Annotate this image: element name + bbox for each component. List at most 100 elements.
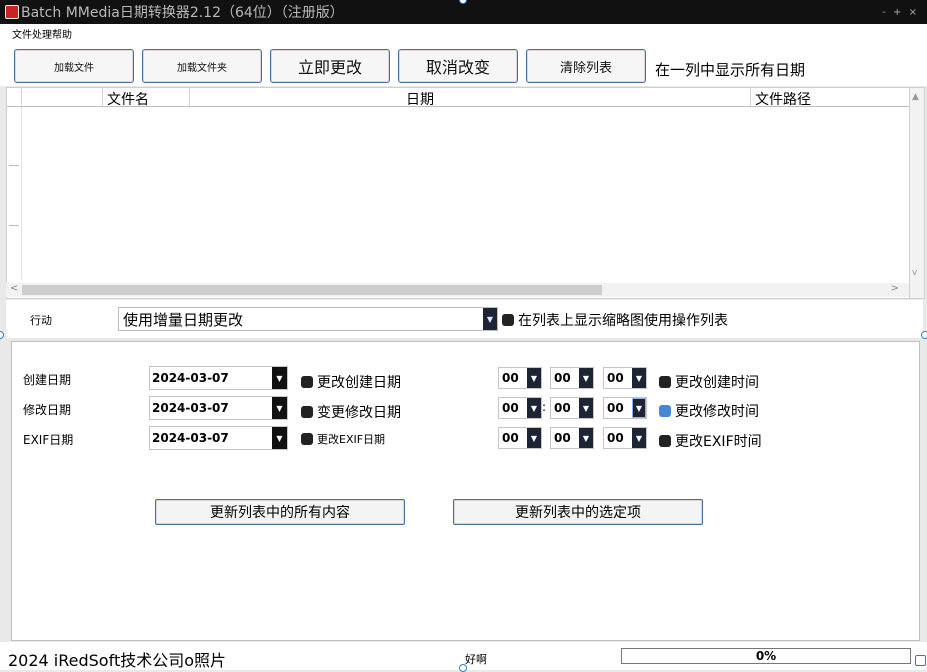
exif-second-select[interactable]: 00 ▼ xyxy=(603,427,647,449)
action-row: 行动 使用增量日期更改 ▼ 在列表上显示缩略图使用操作列表 xyxy=(6,300,923,338)
time-separator: : xyxy=(542,400,547,414)
change-created-time-checkbox[interactable]: 更改创建时间 xyxy=(659,372,759,392)
status-ok-text: 好啊 xyxy=(465,653,487,666)
checkbox-icon[interactable] xyxy=(301,406,313,418)
change-now-button[interactable]: 立即更改 xyxy=(270,49,390,83)
chevron-down-icon[interactable]: ▼ xyxy=(632,428,646,448)
modified-minute-select[interactable]: 00 ▼ xyxy=(550,397,594,419)
scroll-up-icon[interactable]: ▲ xyxy=(912,92,919,102)
modified-second-value: 00 xyxy=(607,401,624,415)
exif-minute-select[interactable]: 00 ▼ xyxy=(550,427,594,449)
created-minute-select[interactable]: 00 ▼ xyxy=(550,367,594,389)
action-select-value: 使用增量日期更改 xyxy=(123,310,244,329)
action-label: 行动 xyxy=(30,314,52,327)
created-date-label: 创建日期 xyxy=(23,373,72,387)
chevron-down-icon[interactable]: ▼ xyxy=(483,308,497,330)
list-vertical-scrollbar[interactable]: ▲ v xyxy=(909,87,925,299)
change-exif-time-label: 更改EXIF时间 xyxy=(675,434,762,450)
file-list[interactable]: 文件名 日期 文件路径 xyxy=(6,87,911,299)
menu-file-process-help[interactable]: 文件处理帮助 xyxy=(12,26,72,41)
change-modified-date-checkbox[interactable]: 变更修改日期 xyxy=(301,402,401,422)
change-exif-date-label: 更改EXIF日期 xyxy=(317,433,386,446)
change-created-date-checkbox[interactable]: 更改创建日期 xyxy=(301,372,401,392)
resize-grip-icon[interactable] xyxy=(915,655,926,666)
change-created-time-label: 更改创建时间 xyxy=(675,375,759,391)
checkbox-icon[interactable] xyxy=(301,433,313,445)
chevron-down-icon[interactable]: ▼ xyxy=(632,368,646,388)
chevron-down-icon[interactable]: ▼ xyxy=(272,427,287,449)
chevron-down-icon[interactable]: ▼ xyxy=(527,368,541,388)
exif-minute-value: 00 xyxy=(554,431,571,445)
modified-hour-select[interactable]: 00 ▼ xyxy=(498,397,542,419)
scroll-down-icon[interactable]: v xyxy=(912,268,917,278)
thumbnail-checkbox-label: 在列表上显示缩略图使用操作列表 xyxy=(518,313,728,329)
load-folder-button[interactable]: 加载文件夹 xyxy=(142,49,262,83)
created-minute-value: 00 xyxy=(554,371,571,385)
chevron-down-icon[interactable]: ▼ xyxy=(272,397,287,419)
copyright-text: 2024 iRedSoft技术公司o照片 xyxy=(8,651,227,670)
change-exif-time-checkbox[interactable]: 更改EXIF时间 xyxy=(659,431,762,451)
change-modified-time-checkbox[interactable]: 更改修改时间 xyxy=(659,401,759,421)
scroll-left-icon[interactable]: < xyxy=(10,283,18,294)
created-date-value: 2024-03-07 xyxy=(152,371,229,385)
scroll-thumb[interactable] xyxy=(22,285,602,295)
chevron-down-icon[interactable]: ▼ xyxy=(579,428,593,448)
modified-date-label: 修改日期 xyxy=(23,403,72,417)
progress-bar: 0% xyxy=(621,648,911,664)
created-hour-select[interactable]: 00 ▼ xyxy=(498,367,542,389)
column-header-date[interactable]: 日期 xyxy=(190,88,751,107)
list-horizontal-scrollbar[interactable]: < > xyxy=(6,283,909,297)
created-hour-value: 00 xyxy=(502,371,519,385)
checkbox-icon[interactable] xyxy=(659,405,671,417)
show-all-dates-label[interactable]: 在一列中显示所有日期 xyxy=(655,59,805,80)
exif-second-value: 00 xyxy=(607,431,624,445)
column-header-filename[interactable]: 文件名 xyxy=(103,88,190,107)
exif-hour-value: 00 xyxy=(502,431,519,445)
modified-date-value: 2024-03-07 xyxy=(152,401,229,415)
load-files-button[interactable]: 加载文件 xyxy=(14,49,134,83)
chevron-down-icon[interactable]: ▼ xyxy=(527,398,541,418)
checkbox-icon[interactable] xyxy=(659,376,671,388)
chevron-down-icon[interactable]: ▼ xyxy=(272,367,287,389)
update-selected-button[interactable]: 更新列表中的选定项 xyxy=(453,499,703,525)
column-header-select[interactable] xyxy=(22,88,103,107)
chevron-down-icon[interactable]: ▼ xyxy=(579,398,593,418)
date-settings-panel xyxy=(11,341,920,641)
column-header-filepath[interactable]: 文件路径 xyxy=(751,88,910,107)
modified-hour-value: 00 xyxy=(502,401,519,415)
exif-date-label: EXIF日期 xyxy=(23,433,74,447)
scroll-right-icon[interactable]: > xyxy=(891,283,899,294)
created-second-value: 00 xyxy=(607,371,624,385)
menu-bar: 文件处理帮助 xyxy=(0,24,927,41)
checkbox-icon[interactable] xyxy=(659,435,671,447)
change-exif-date-checkbox[interactable]: 更改EXIF日期 xyxy=(301,431,385,447)
change-modified-date-label: 变更修改日期 xyxy=(317,405,401,421)
clear-list-button[interactable]: 清除列表 xyxy=(526,49,646,83)
exif-date-picker[interactable]: 2024-03-07 ▼ xyxy=(149,426,288,450)
chevron-down-icon[interactable]: ▼ xyxy=(579,368,593,388)
column-header-blank[interactable] xyxy=(7,88,22,107)
window-controls[interactable]: - + × xyxy=(882,7,919,18)
chevron-down-icon[interactable]: ▼ xyxy=(632,398,646,418)
created-date-picker[interactable]: 2024-03-07 ▼ xyxy=(149,366,288,390)
change-created-date-label: 更改创建日期 xyxy=(317,375,401,391)
selection-handle-right xyxy=(921,331,927,339)
checkbox-icon[interactable] xyxy=(502,314,514,326)
list-header: 文件名 日期 文件路径 xyxy=(7,88,910,107)
window-title: Batch MMedia日期转换器2.12（64位）（注册版） xyxy=(21,5,344,21)
created-second-select[interactable]: 00 ▼ xyxy=(603,367,647,389)
modified-second-select[interactable]: 00 ▼ xyxy=(603,397,647,419)
checkbox-icon[interactable] xyxy=(301,376,313,388)
row-gutter xyxy=(7,107,22,279)
update-all-button[interactable]: 更新列表中的所有内容 xyxy=(155,499,405,525)
thumbnail-checkbox[interactable]: 在列表上显示缩略图使用操作列表 xyxy=(502,310,728,330)
exif-date-value: 2024-03-07 xyxy=(152,431,229,445)
exif-hour-select[interactable]: 00 ▼ xyxy=(498,427,542,449)
selection-handle-left xyxy=(0,331,4,339)
chevron-down-icon[interactable]: ▼ xyxy=(527,428,541,448)
app-icon xyxy=(5,5,19,19)
cancel-change-button[interactable]: 取消改变 xyxy=(398,49,518,83)
action-select[interactable]: 使用增量日期更改 ▼ xyxy=(118,307,498,331)
toolbar: 加载文件 加载文件夹 立即更改 取消改变 清除列表 在一列中显示所有日期 xyxy=(0,40,927,86)
modified-date-picker[interactable]: 2024-03-07 ▼ xyxy=(149,396,288,420)
